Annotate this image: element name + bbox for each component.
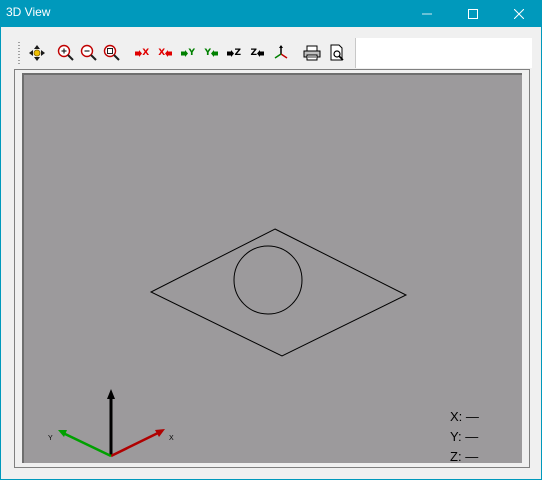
triad-y-label: Y xyxy=(48,435,53,442)
zoom-in-button[interactable] xyxy=(55,42,77,64)
print-preview-icon xyxy=(330,44,344,61)
close-icon xyxy=(514,8,524,19)
zoom-out-button[interactable] xyxy=(78,42,100,64)
coord-y-value: — xyxy=(465,429,479,444)
coord-z-row: Z: — xyxy=(450,449,478,464)
view-minus-z-button[interactable]: Z xyxy=(246,42,268,64)
view-plus-x-button[interactable]: X xyxy=(131,42,153,64)
maximize-icon xyxy=(468,8,478,19)
window-border-left xyxy=(0,27,1,480)
window-title: 3D View xyxy=(6,5,51,19)
zoom-out-icon xyxy=(80,44,97,61)
arrow-left-icon xyxy=(210,49,218,57)
toolbar: X X Y Y Z Z xyxy=(12,38,355,68)
close-button[interactable] xyxy=(496,0,542,27)
view-minus-x-button[interactable]: X xyxy=(154,42,176,64)
arrow-left-icon xyxy=(256,49,264,57)
axes-button[interactable] xyxy=(270,42,292,64)
arrow-right-icon xyxy=(227,49,235,57)
maximize-button[interactable] xyxy=(450,0,496,27)
coord-x-row: X: — xyxy=(450,409,479,424)
zoom-fit-icon xyxy=(103,44,120,61)
view-plus-y-label: Y xyxy=(188,48,195,58)
title-bar: 3D View xyxy=(0,0,542,27)
view-minus-y-button[interactable]: Y xyxy=(200,42,222,64)
3d-viewport[interactable]: X Y X: — Y: — Z: — xyxy=(22,73,522,464)
zoom-in-icon xyxy=(57,44,74,61)
toolbar-empty-area xyxy=(355,38,532,68)
print-preview-button[interactable] xyxy=(326,42,348,64)
coord-x-value: — xyxy=(465,409,479,424)
coord-x-label: X: xyxy=(450,409,463,424)
coord-z-label: Z: xyxy=(450,449,462,464)
coord-y-label: Y: xyxy=(450,429,462,444)
view-plus-z-button[interactable]: Z xyxy=(223,42,245,64)
scene-canvas xyxy=(58,228,408,458)
view-plus-z-label: Z xyxy=(234,48,241,58)
arrow-left-icon xyxy=(164,49,172,57)
view-plus-y-button[interactable]: Y xyxy=(177,42,199,64)
print-icon xyxy=(303,45,321,61)
print-button[interactable] xyxy=(301,42,323,64)
coord-y-row: Y: — xyxy=(450,429,478,444)
coord-z-value: — xyxy=(465,449,479,464)
view-plus-x-label: X xyxy=(142,48,149,58)
minimize-button[interactable] xyxy=(404,0,450,27)
toolbar-grip[interactable] xyxy=(18,42,20,64)
pan-icon xyxy=(29,45,45,61)
circle-outline xyxy=(233,245,303,315)
pan-button[interactable] xyxy=(26,42,48,64)
axes-icon xyxy=(274,45,288,59)
orientation-triad xyxy=(58,389,165,458)
triad-x-label: X xyxy=(169,435,174,442)
minimize-icon xyxy=(422,13,432,14)
zoom-fit-button[interactable] xyxy=(101,42,123,64)
arrow-right-icon xyxy=(135,49,143,57)
